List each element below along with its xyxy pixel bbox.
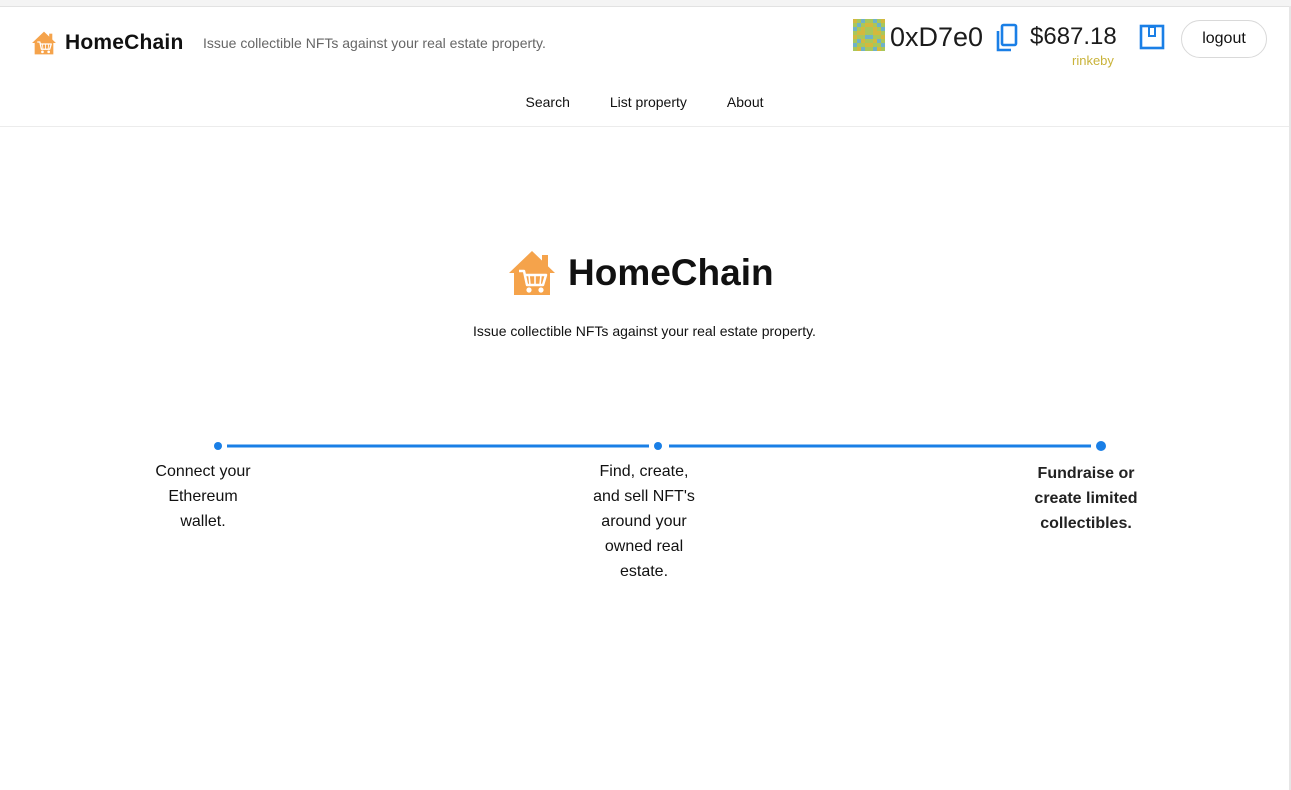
logout-button[interactable]: logout xyxy=(1181,20,1267,58)
nav-item-list-property[interactable]: List property xyxy=(610,94,687,110)
copy-icon[interactable] xyxy=(994,23,1020,53)
house-cart-icon xyxy=(509,251,555,295)
network-name: rinkeby xyxy=(1072,53,1114,68)
step-dot-2 xyxy=(654,442,662,450)
hero-logo: HomeChain xyxy=(505,247,774,299)
wallet-address[interactable]: 0xD7e0 xyxy=(890,22,983,53)
step-find-create-sell: Find, create, and sell NFT's around your… xyxy=(593,463,695,580)
nav-item-search[interactable]: Search xyxy=(526,94,570,110)
hero-tagline: Issue collectible NFTs against your real… xyxy=(473,323,816,339)
step-fundraise: Fundraise or create limited collectibles… xyxy=(1034,465,1138,532)
identicon-avatar[interactable] xyxy=(853,19,885,51)
step-dot-3 xyxy=(1096,441,1106,451)
header-tagline: Issue collectible NFTs against your real… xyxy=(203,35,546,51)
steps-progress-line xyxy=(214,441,1106,451)
step-dot-1 xyxy=(214,442,222,450)
site-header: HomeChain Issue collectible NFTs against… xyxy=(0,7,1289,127)
brand-logo[interactable]: HomeChain xyxy=(30,29,183,57)
nav-item-about[interactable]: About xyxy=(727,94,764,110)
house-cart-icon xyxy=(32,31,56,55)
hero-brand-name: HomeChain xyxy=(568,252,774,293)
browser-frame-top xyxy=(0,0,1291,7)
wallet-icon[interactable] xyxy=(1139,24,1165,50)
main-nav: Search List property About xyxy=(0,94,1289,110)
step-connect-wallet: Connect your Ethereum wallet. xyxy=(155,463,251,530)
wallet-balance: $687.18 xyxy=(1030,23,1117,50)
brand-name: HomeChain xyxy=(65,31,184,54)
